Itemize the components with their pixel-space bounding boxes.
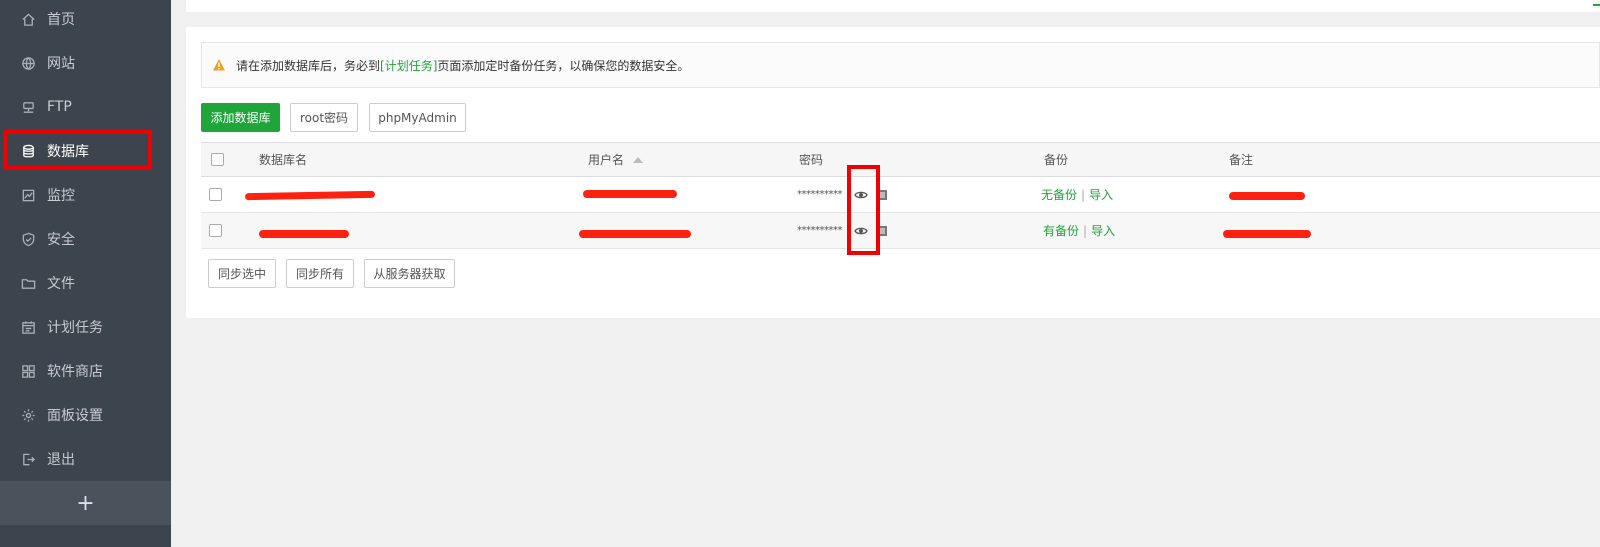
redacted-db-name [259, 230, 349, 238]
alert-text-suffix: 页面添加定时备份任务，以确保您的数据安全。 [437, 58, 690, 73]
backup-status-link[interactable]: 无备份 [1041, 186, 1077, 203]
sort-asc-icon [633, 156, 644, 163]
sidebar-item-label: 计划任务 [47, 320, 103, 336]
sidebar-item-monitor[interactable]: 监控 [0, 173, 171, 217]
redacted-note [1223, 230, 1311, 238]
cron-link[interactable]: [计划任务] [380, 57, 437, 74]
backup-alert: 请在添加数据库后，务必到 [计划任务] 页面添加定时备份任务，以确保您的数据安全。 [201, 42, 1600, 88]
folder-icon [20, 275, 36, 291]
alert-text-prefix: 请在添加数据库后，务必到 [236, 58, 381, 73]
active-item-highlight [3, 130, 152, 170]
home-icon [20, 11, 36, 27]
sidebar-item-label: 退出 [47, 452, 75, 468]
select-all-checkbox[interactable] [211, 143, 224, 176]
backup-cell: 有备份 | 导入 [1043, 222, 1116, 239]
column-username[interactable]: 用户名 [588, 143, 644, 176]
sidebar-item-home[interactable]: 首页 [0, 0, 171, 41]
sidebar-item-cron[interactable]: 计划任务 [0, 305, 171, 349]
sidebar-item-label: 监控 [47, 188, 75, 204]
redacted-db-name [244, 190, 376, 201]
sidebar-item-label: 面板设置 [47, 408, 103, 424]
ftp-icon [20, 99, 36, 115]
phpmyadmin-button[interactable]: phpMyAdmin [369, 103, 466, 132]
column-username-label: 用户名 [588, 153, 625, 167]
warning-icon [213, 59, 225, 71]
backup-cell: 无备份 | 导入 [1041, 186, 1114, 203]
import-link[interactable]: 导入 [1091, 222, 1115, 239]
sidebar-item-label: 安全 [47, 232, 75, 248]
row-checkbox[interactable] [209, 213, 222, 248]
add-database-button[interactable]: 添加数据库 [201, 103, 280, 132]
sidebar-item-label: 文件 [47, 276, 75, 292]
root-password-button[interactable]: root密码 [290, 103, 358, 132]
password-masked: ********** [797, 225, 843, 236]
redacted-note [1229, 192, 1305, 200]
sidebar-item-logout[interactable]: 退出 [0, 437, 171, 481]
logout-icon [20, 451, 36, 467]
sync-all-button[interactable]: 同步所有 [286, 259, 354, 288]
row-checkbox[interactable] [209, 177, 222, 212]
backup-status-link[interactable]: 有备份 [1043, 222, 1079, 239]
sidebar-item-ftp[interactable]: FTP [0, 85, 171, 129]
grid-icon [20, 363, 36, 379]
redacted-username [579, 230, 691, 238]
eye-icon-highlight [847, 165, 880, 255]
sidebar-item-settings[interactable]: 面板设置 [0, 393, 171, 437]
gear-icon [20, 407, 36, 423]
column-password: 密码 [799, 153, 824, 167]
shield-icon [20, 231, 36, 247]
calendar-icon [20, 319, 36, 335]
column-backup: 备份 [1044, 153, 1069, 167]
redacted-username [583, 190, 677, 198]
monitor-icon [20, 187, 36, 203]
sidebar-item-security[interactable]: 安全 [0, 217, 171, 261]
table-row: ********** 无备份 | 导入 [201, 177, 1600, 213]
globe-icon [20, 55, 36, 71]
sidebar: 首页 网站 FTP 数据库 监控 安全 文件 计划任务 软件商店 面板设置 退出… [0, 0, 171, 547]
table-header: 数据库名 用户名 密码 备份 备注 [201, 142, 1600, 177]
fetch-from-server-button[interactable]: 从服务器获取 [364, 259, 455, 288]
sidebar-add-button[interactable]: + [0, 481, 171, 525]
corner-indicator [1593, 4, 1600, 6]
password-masked: ********** [797, 189, 843, 200]
sidebar-item-label: FTP [47, 99, 72, 115]
column-db-name[interactable]: 数据库名 [259, 143, 307, 176]
column-note: 备注 [1229, 153, 1254, 167]
sidebar-item-label: 网站 [47, 56, 75, 72]
sidebar-item-files[interactable]: 文件 [0, 261, 171, 305]
sidebar-item-label: 软件商店 [47, 364, 103, 380]
sync-selected-button[interactable]: 同步选中 [208, 259, 276, 288]
import-link[interactable]: 导入 [1089, 186, 1113, 203]
top-panel [186, 0, 1600, 12]
table-row: ********** 有备份 | 导入 [201, 213, 1600, 249]
sidebar-item-website[interactable]: 网站 [0, 41, 171, 85]
sidebar-item-app-store[interactable]: 软件商店 [0, 349, 171, 393]
sidebar-item-label: 首页 [47, 12, 75, 28]
